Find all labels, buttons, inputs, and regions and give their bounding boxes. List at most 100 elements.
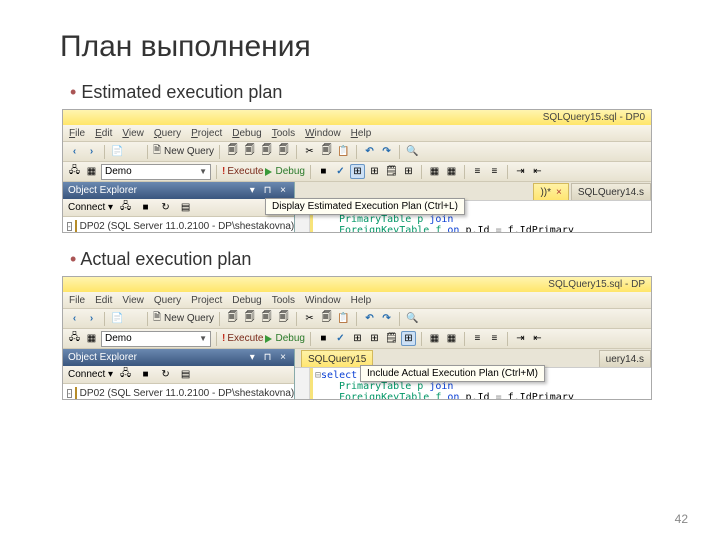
databases-node[interactable]: Databases [112, 399, 160, 400]
uncomment-icon[interactable]: ≡ [487, 164, 502, 179]
server-node[interactable]: DP02 (SQL Server 11.0.2100 - DP\shestako… [80, 221, 294, 232]
menu-window[interactable]: Window [305, 295, 341, 306]
tab-inactive[interactable]: SQLQuery14.s [571, 183, 651, 200]
menu-edit[interactable]: Edit [95, 128, 112, 139]
tool-icon-f[interactable]: 🗒 [384, 164, 399, 179]
back-icon[interactable]: ‹ [67, 311, 82, 326]
database-dropdown[interactable]: Demo▼ [101, 164, 211, 180]
oe-icon-a[interactable]: 🖧 [118, 367, 133, 382]
outdent-icon[interactable]: ⇤ [530, 331, 545, 346]
oe-filter-icon[interactable]: ▤ [178, 367, 193, 382]
tool-icon-c[interactable]: 🗐 [259, 144, 274, 159]
indent-icon[interactable]: ⇥ [513, 331, 528, 346]
stop-icon[interactable]: ■ [316, 164, 331, 179]
parse-icon[interactable]: ! [222, 333, 225, 344]
menu-tools[interactable]: Tools [272, 295, 295, 306]
menu-project[interactable]: Project [191, 128, 222, 139]
oe-icon-a[interactable]: 🖧 [118, 200, 133, 215]
undo-icon[interactable]: ↶ [362, 311, 377, 326]
new-query-button[interactable]: 🗎 New Query [153, 310, 214, 327]
execute-button[interactable]: Execute [227, 166, 263, 177]
oe-icon-b[interactable]: ■ [138, 367, 153, 382]
menu-view[interactable]: View [122, 295, 144, 306]
menu-help[interactable]: Help [351, 128, 372, 139]
open-icon[interactable] [127, 311, 142, 326]
oe-filter-icon[interactable]: ▤ [178, 200, 193, 215]
menu-bar[interactable]: File Edit View Query Project Debug Tools… [63, 292, 651, 309]
menu-help[interactable]: Help [351, 295, 372, 306]
uncomment-icon[interactable]: ≡ [487, 331, 502, 346]
menu-query[interactable]: Query [154, 295, 181, 306]
outdent-icon[interactable]: ⇤ [530, 164, 545, 179]
object-tree[interactable]: -DP02 (SQL Server 11.0.2100 - DP\shestak… [63, 217, 294, 233]
menu-debug[interactable]: Debug [232, 295, 261, 306]
connect-dropdown[interactable]: Connect ▾ [68, 202, 113, 213]
execute-button[interactable]: Execute [227, 333, 263, 344]
tool-icon-e[interactable]: ⊞ [367, 331, 382, 346]
tool-icon-i[interactable]: ▦ [444, 164, 459, 179]
server-node[interactable]: DP02 (SQL Server 11.0.2100 - DP\shestako… [80, 388, 294, 399]
tool-icon-h[interactable]: ▦ [427, 331, 442, 346]
comment-icon[interactable]: ≡ [470, 164, 485, 179]
tool-icon-i[interactable]: ▦ [444, 331, 459, 346]
tool-icon-a[interactable]: 🗐 [225, 311, 240, 326]
menu-query[interactable]: Query [154, 128, 181, 139]
open-icon[interactable] [127, 144, 142, 159]
est-plan-icon[interactable]: ⊞ [350, 164, 365, 179]
menu-file[interactable]: File [69, 295, 85, 306]
tool-icon-a[interactable]: 🗐 [225, 144, 240, 159]
tool-icon-g[interactable]: ⊞ [401, 164, 416, 179]
menu-view[interactable]: View [122, 128, 144, 139]
paste-icon[interactable]: 📋 [336, 311, 351, 326]
cut-icon[interactable]: ✂ [302, 144, 317, 159]
connect-dropdown[interactable]: Connect ▾ [68, 369, 113, 380]
menu-debug[interactable]: Debug [232, 128, 261, 139]
tool-icon-b[interactable]: 🗐 [242, 311, 257, 326]
actual-plan-icon[interactable]: ⊞ [401, 331, 416, 346]
debug-button[interactable]: Debug [265, 333, 304, 344]
debug-button[interactable]: Debug [265, 166, 304, 177]
db-change-icon[interactable]: ▦ [84, 331, 99, 346]
db-change-icon[interactable]: ▦ [84, 164, 99, 179]
tab-inactive[interactable]: uery14.s [599, 350, 651, 367]
new-query-button[interactable]: 🗎 New Query [153, 143, 214, 160]
connection-icon[interactable]: 🖧 [67, 331, 82, 346]
undo-icon[interactable]: ↶ [362, 144, 377, 159]
find-icon[interactable]: 🔍 [405, 144, 420, 159]
menu-tools[interactable]: Tools [272, 128, 295, 139]
tab-active[interactable]: ))* × [533, 183, 568, 200]
object-tree[interactable]: -DP02 (SQL Server 11.0.2100 - DP\shestak… [63, 384, 294, 400]
connection-icon[interactable]: 🖧 [67, 164, 82, 179]
fwd-icon[interactable]: › [84, 144, 99, 159]
tool-icon-c[interactable]: 🗐 [259, 311, 274, 326]
check-icon[interactable]: ✓ [333, 164, 348, 179]
fwd-icon[interactable]: › [84, 311, 99, 326]
menu-bar[interactable]: File Edit View Query Project Debug Tools… [63, 125, 651, 142]
menu-window[interactable]: Window [305, 128, 341, 139]
tool-icon-d[interactable]: 🗐 [276, 144, 291, 159]
stop-icon[interactable]: ■ [316, 331, 331, 346]
tool-icon-d[interactable]: 🗐 [276, 311, 291, 326]
copy-icon[interactable]: 🗐 [319, 311, 334, 326]
new-icon[interactable]: 📄 [110, 311, 125, 326]
databases-node[interactable]: Databases [112, 232, 160, 233]
copy-icon[interactable]: 🗐 [319, 144, 334, 159]
redo-icon[interactable]: ↷ [379, 144, 394, 159]
menu-file[interactable]: File [69, 128, 85, 139]
redo-icon[interactable]: ↷ [379, 311, 394, 326]
tool-icon-f[interactable]: 🗒 [384, 331, 399, 346]
parse-icon[interactable]: ! [222, 166, 225, 177]
find-icon[interactable]: 🔍 [405, 311, 420, 326]
tool-icon-e[interactable]: ⊞ [367, 164, 382, 179]
oe-icon-b[interactable]: ■ [138, 200, 153, 215]
cut-icon[interactable]: ✂ [302, 311, 317, 326]
back-icon[interactable]: ‹ [67, 144, 82, 159]
paste-icon[interactable]: 📋 [336, 144, 351, 159]
oe-refresh-icon[interactable]: ↻ [158, 200, 173, 215]
new-icon[interactable]: 📄 [110, 144, 125, 159]
close-icon[interactable]: × [556, 187, 562, 198]
oe-refresh-icon[interactable]: ↻ [158, 367, 173, 382]
menu-edit[interactable]: Edit [95, 295, 112, 306]
tool-icon-h[interactable]: ▦ [427, 164, 442, 179]
tool-icon-b[interactable]: 🗐 [242, 144, 257, 159]
